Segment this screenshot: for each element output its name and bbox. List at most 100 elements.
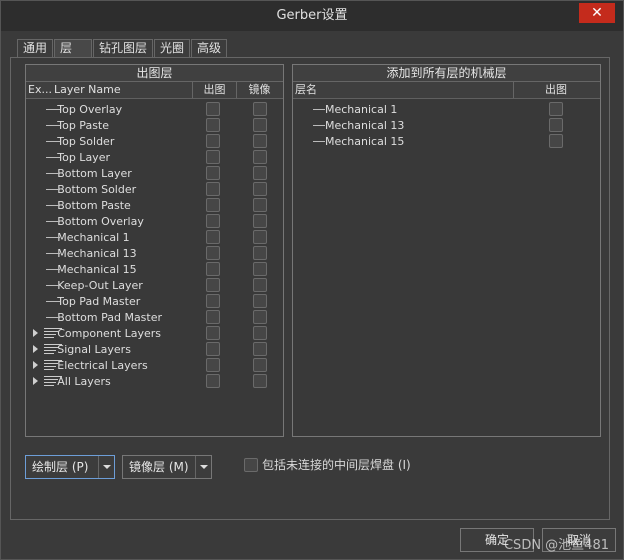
plot-checkbox[interactable]: [205, 310, 220, 324]
layer-line-icon: [313, 109, 325, 110]
plot-checkbox[interactable]: [205, 294, 220, 308]
layer-row[interactable]: Electrical Layers: [26, 357, 283, 373]
plot-checkbox[interactable]: [205, 326, 220, 340]
plot-checkbox[interactable]: [205, 182, 220, 196]
expand-cell[interactable]: [26, 325, 62, 341]
layer-row[interactable]: Top Layer: [26, 149, 283, 165]
column-expand[interactable]: Ex...: [26, 82, 52, 98]
layer-row[interactable]: Top Overlay: [26, 101, 283, 117]
close-button[interactable]: ✕: [579, 3, 615, 23]
mirror-checkbox[interactable]: [252, 374, 267, 388]
plot-checkbox[interactable]: [548, 118, 563, 132]
mechanical-layer-row[interactable]: Mechanical 15: [293, 133, 600, 149]
mirror-checkbox[interactable]: [252, 246, 267, 260]
mirror-checkbox[interactable]: [252, 182, 267, 196]
tab-drill-drawing[interactable]: 钻孔图层: [93, 39, 154, 58]
layer-row[interactable]: Keep-Out Layer: [26, 277, 283, 293]
mirror-checkbox[interactable]: [252, 150, 267, 164]
expand-cell: [26, 293, 60, 309]
plot-checkbox[interactable]: [548, 134, 563, 148]
plot-checkbox[interactable]: [548, 102, 563, 116]
plot-checkbox[interactable]: [205, 118, 220, 132]
tab-general[interactable]: 通用: [17, 39, 54, 58]
mirror-checkbox[interactable]: [252, 230, 267, 244]
layer-row[interactable]: Mechanical 13: [26, 245, 283, 261]
layer-row[interactable]: Mechanical 1: [26, 229, 283, 245]
plot-checkbox[interactable]: [205, 198, 220, 212]
mirror-checkbox[interactable]: [252, 358, 267, 372]
tab-advanced[interactable]: 高级: [191, 39, 228, 58]
expand-arrow-icon[interactable]: [33, 329, 38, 337]
mirror-checkbox[interactable]: [252, 294, 267, 308]
mirror-checkbox[interactable]: [252, 262, 267, 276]
layer-row[interactable]: Component Layers: [26, 325, 283, 341]
plot-layers-header: Ex... Layer Name 出图 镜像: [26, 82, 283, 99]
plot-checkbox[interactable]: [205, 278, 220, 292]
chevron-down-icon[interactable]: [195, 456, 211, 478]
mirror-checkbox[interactable]: [252, 342, 267, 356]
mirror-checkbox[interactable]: [252, 198, 267, 212]
tab-layers[interactable]: 层: [54, 39, 93, 58]
tab-apertures[interactable]: 光圈: [154, 39, 191, 58]
column-layer-name[interactable]: Layer Name: [52, 82, 192, 98]
mirror-cell: [236, 374, 283, 388]
mirror-checkbox[interactable]: [252, 310, 267, 324]
layer-row[interactable]: Top Solder: [26, 133, 283, 149]
mechanical-layer-row[interactable]: Mechanical 13: [293, 117, 600, 133]
layer-line-icon: [46, 253, 60, 254]
layer-row[interactable]: Bottom Layer: [26, 165, 283, 181]
expand-cell: [26, 197, 60, 213]
plot-checkbox[interactable]: [205, 102, 220, 116]
layer-row[interactable]: Mechanical 15: [26, 261, 283, 277]
plot-checkbox[interactable]: [205, 166, 220, 180]
plot-checkbox[interactable]: [205, 214, 220, 228]
include-unconnected-checkbox[interactable]: [244, 457, 258, 472]
plot-checkbox[interactable]: [205, 230, 220, 244]
chevron-down-icon[interactable]: [98, 456, 114, 478]
plot-checkbox[interactable]: [205, 246, 220, 260]
plot-checkbox[interactable]: [205, 342, 220, 356]
column-plot[interactable]: 出图: [192, 82, 236, 98]
include-unconnected-label: 包括未连接的中间层焊盘 (I): [262, 458, 411, 472]
expand-cell: [26, 245, 60, 261]
mirror-checkbox[interactable]: [252, 118, 267, 132]
column-mirror[interactable]: 镜像: [236, 82, 282, 98]
mechanical-layers-header: 层名 出图: [293, 82, 600, 99]
expand-cell[interactable]: [26, 341, 62, 357]
plot-checkbox[interactable]: [205, 262, 220, 276]
include-unconnected-option[interactable]: 包括未连接的中间层焊盘 (I): [244, 456, 411, 473]
expand-arrow-icon[interactable]: [33, 377, 38, 385]
expand-cell[interactable]: [26, 357, 62, 373]
layer-group-icon: [44, 360, 62, 370]
mirror-checkbox[interactable]: [252, 326, 267, 340]
layer-row[interactable]: Bottom Pad Master: [26, 309, 283, 325]
plot-checkbox[interactable]: [205, 150, 220, 164]
layer-row[interactable]: Bottom Overlay: [26, 213, 283, 229]
layer-row[interactable]: Top Paste: [26, 117, 283, 133]
mirror-checkbox[interactable]: [252, 214, 267, 228]
mirror-checkbox[interactable]: [252, 166, 267, 180]
expand-cell[interactable]: [26, 373, 62, 389]
expand-cell: [26, 165, 60, 181]
plot-checkbox[interactable]: [205, 358, 220, 372]
layer-row[interactable]: Top Pad Master: [26, 293, 283, 309]
expand-arrow-icon[interactable]: [33, 361, 38, 369]
mirror-checkbox[interactable]: [252, 134, 267, 148]
layer-row[interactable]: All Layers: [26, 373, 283, 389]
expand-cell: [26, 181, 60, 197]
mirror-checkbox[interactable]: [252, 102, 267, 116]
column-layer-name[interactable]: 层名: [293, 82, 513, 98]
layer-row[interactable]: Signal Layers: [26, 341, 283, 357]
expand-arrow-icon[interactable]: [33, 345, 38, 353]
mechanical-layer-row[interactable]: Mechanical 1: [293, 101, 600, 117]
column-plot[interactable]: 出图: [513, 82, 598, 98]
mirror-cell: [236, 246, 283, 260]
plot-checkbox[interactable]: [205, 134, 220, 148]
layer-row[interactable]: Bottom Solder: [26, 181, 283, 197]
mirror-layers-dropdown[interactable]: 镜像层 (M): [122, 455, 212, 479]
layer-row[interactable]: Bottom Paste: [26, 197, 283, 213]
plot-layers-dropdown[interactable]: 绘制层 (P): [25, 455, 115, 479]
plot-checkbox[interactable]: [205, 374, 220, 388]
mirror-checkbox[interactable]: [252, 278, 267, 292]
tab-panel-layers: 出图层 Ex... Layer Name 出图 镜像 Top Overlay To…: [10, 57, 610, 520]
